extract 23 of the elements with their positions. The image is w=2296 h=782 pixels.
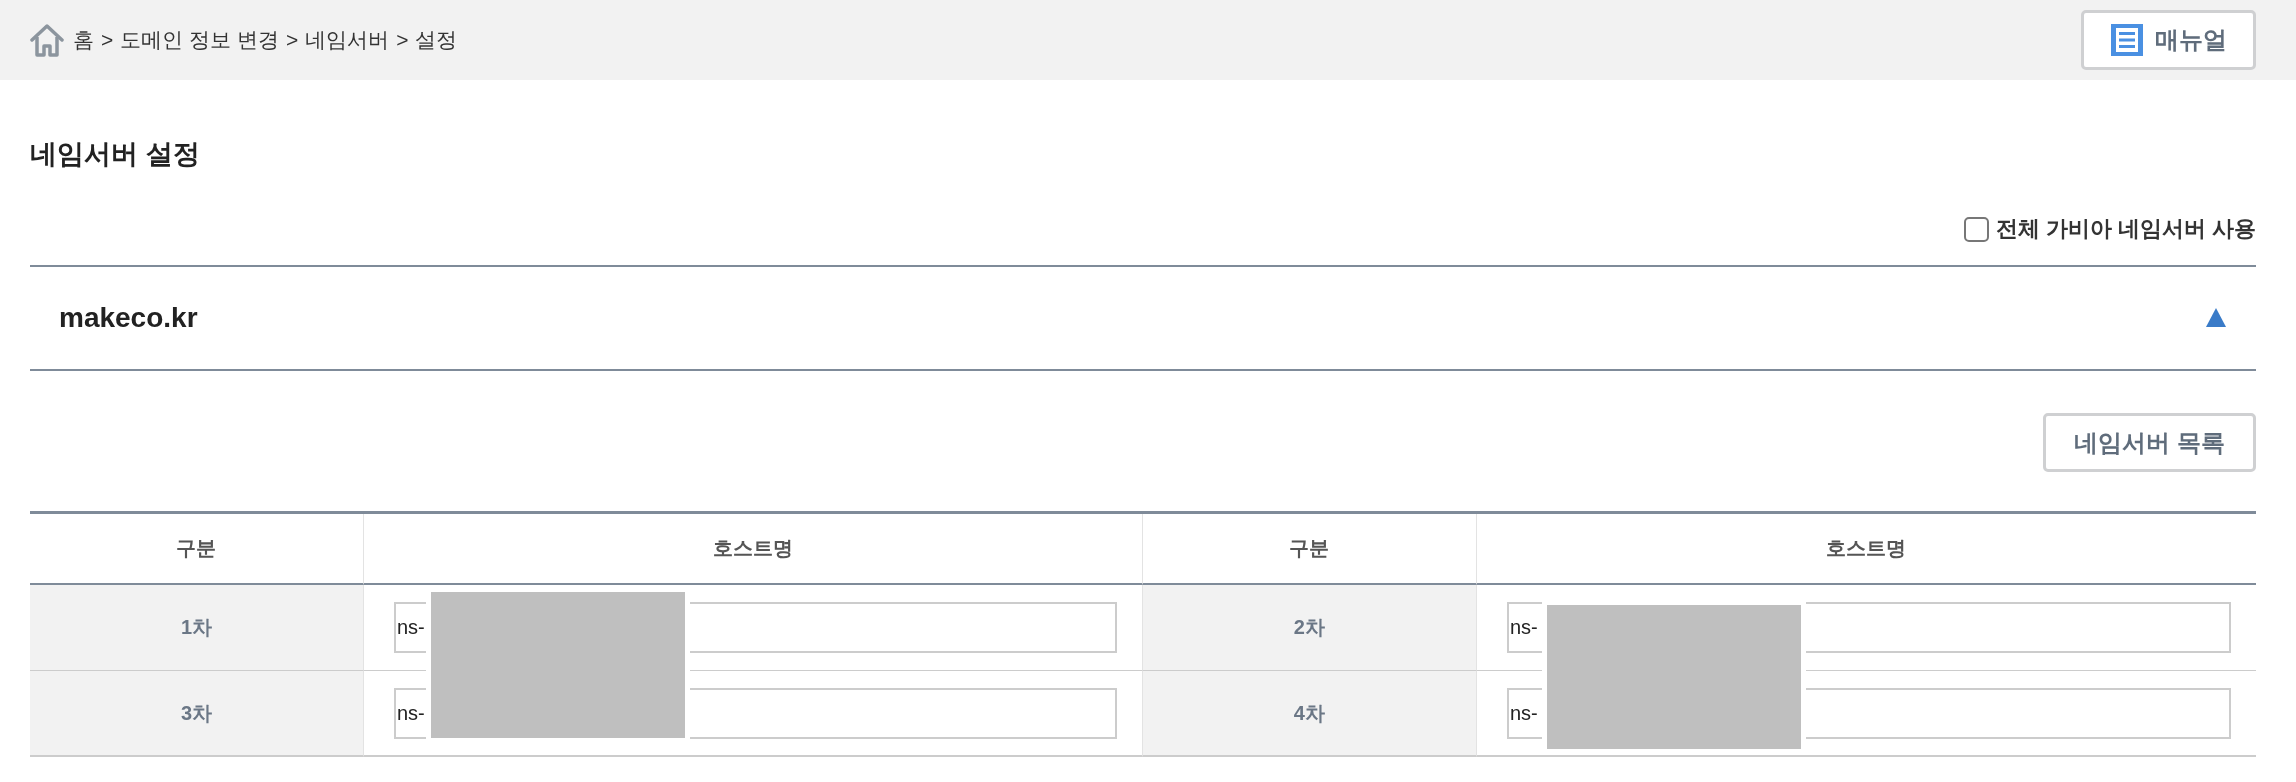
row-label: 1차 [30, 585, 364, 671]
checkbox[interactable] [1963, 216, 1989, 242]
row-label: 4차 [1143, 671, 1477, 757]
breadcrumb-link[interactable]: 네임서버 [305, 27, 390, 53]
home-icon[interactable] [30, 23, 64, 57]
breadcrumb-separator: > [101, 27, 114, 53]
breadcrumb-link[interactable]: 도메인 정보 변경 [120, 27, 279, 53]
row-label: 2차 [1143, 585, 1477, 671]
column-header: 구분 [30, 514, 364, 585]
caret-icon[interactable] [2206, 307, 2226, 327]
document-icon [2110, 24, 2143, 56]
column-header: 호스트명 [363, 514, 1143, 585]
page-title: 네임서버 설정 [30, 138, 200, 171]
nameserver-list-button[interactable]: 네임서버 목록 [2043, 413, 2256, 472]
checkbox-label[interactable]: 전체 가비아 네임서버 사용 [1995, 214, 2256, 244]
breadcrumb-separator: > [396, 27, 409, 53]
breadcrumb-current: 설정 [415, 27, 458, 53]
domain-name: makeco.kr [59, 302, 198, 334]
row-label: 3차 [30, 671, 364, 757]
breadcrumb-link[interactable]: 홈 [73, 27, 94, 53]
column-header: 구분 [1143, 514, 1477, 585]
manual-button[interactable]: 매뉴얼 [2081, 10, 2256, 70]
breadcrumb-separator: > [285, 27, 299, 53]
